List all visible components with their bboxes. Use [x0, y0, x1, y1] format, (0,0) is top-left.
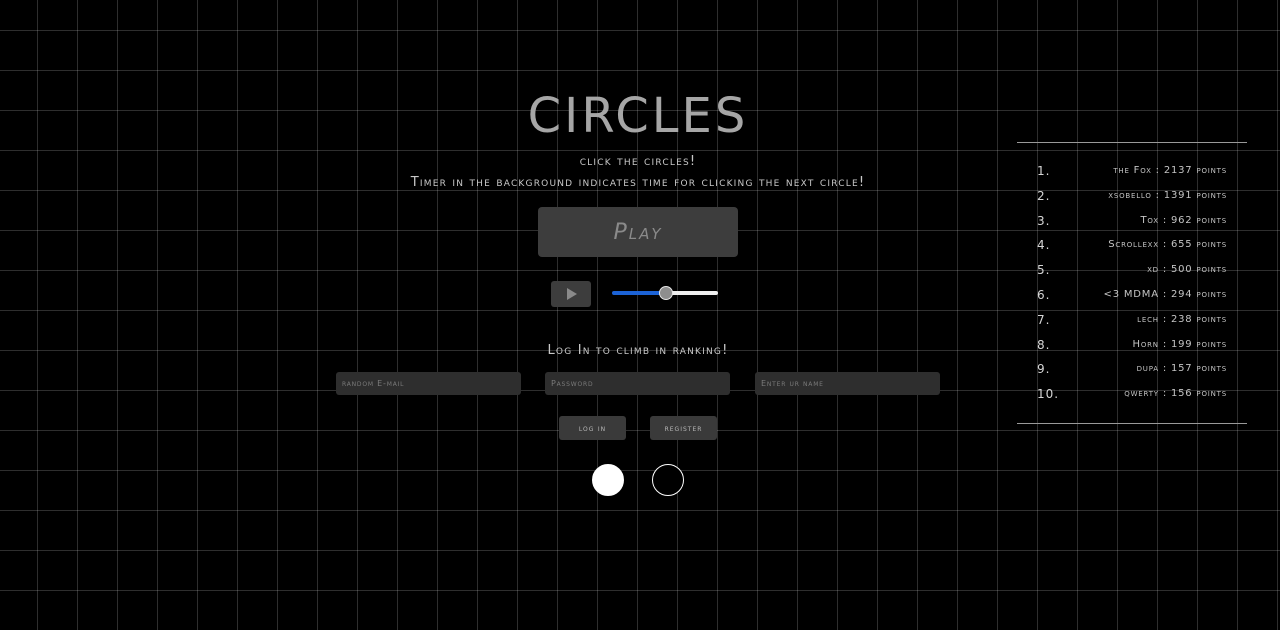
ranking-entry: Scrollexx : 655 points [1108, 239, 1227, 251]
ranking-row: 4. Scrollexx : 655 points [1017, 233, 1247, 258]
ranking-entry: Horn : 199 points [1132, 338, 1227, 350]
login-button[interactable]: log in [559, 416, 626, 440]
ranking-entry: lech : 238 points [1137, 313, 1227, 325]
game-title: CIRCLES [527, 88, 749, 144]
ranking-position: 4. [1037, 238, 1051, 253]
ranking-panel: 1. the Fox : 2137 points 2. xsobello : 1391… [1017, 142, 1247, 424]
ranking-entry: <3 MDMA : 294 points [1103, 288, 1227, 300]
ranking-row: 7. lech : 238 points [1017, 308, 1247, 333]
ranking-bottom-divider [1017, 422, 1247, 424]
ranking-row: 9. dupa : 157 points [1017, 357, 1247, 382]
ranking-entry: Tox : 962 points [1140, 214, 1227, 226]
volume-slider[interactable] [610, 285, 720, 301]
ranking-position: 9. [1037, 362, 1051, 377]
ranking-entry: dupa : 157 points [1136, 363, 1227, 375]
volume-slider-thumb[interactable] [659, 286, 673, 300]
ranking-entry: xd : 500 points [1147, 264, 1227, 276]
ranking-entry: the Fox : 2137 points [1113, 165, 1227, 176]
ranking-position: 5. [1037, 263, 1051, 278]
register-button[interactable]: register [650, 416, 717, 440]
music-toggle-button[interactable] [551, 281, 591, 307]
ranking-position: 10. [1037, 387, 1060, 402]
ranking-row: 10. qwerty : 156 points [1017, 382, 1247, 407]
ranking-position: 8. [1037, 337, 1051, 352]
ranking-position: 3. [1037, 213, 1051, 228]
ranking-position: 1. [1037, 164, 1051, 178]
ranking-row: 8. Horn : 199 points [1017, 333, 1247, 358]
ranking-position: 6. [1037, 287, 1051, 302]
ranking-row: 6. <3 MDMA : 294 points [1017, 283, 1247, 308]
name-field[interactable] [755, 372, 940, 395]
black-circle[interactable] [652, 464, 684, 496]
email-field[interactable] [336, 372, 521, 395]
game-screen: CIRCLES click the circles! Timer in the … [0, 0, 1280, 630]
ranking-entry: xsobello : 1391 points [1108, 189, 1227, 201]
ranking-row: 5. xd : 500 points [1017, 258, 1247, 283]
volume-slider-fill [612, 291, 665, 295]
play-triangle-icon [567, 288, 577, 300]
ranking-row: 3. Tox : 962 points [1017, 209, 1247, 234]
ranking-position: 7. [1037, 312, 1051, 327]
ranking-entry: qwerty : 156 points [1124, 388, 1227, 400]
white-circle[interactable] [592, 464, 624, 496]
play-button[interactable]: Play [538, 207, 738, 257]
ranking-row: 1. the Fox : 2137 points [1017, 159, 1247, 184]
ranking-position: 2. [1037, 188, 1051, 203]
ranking-list: 1. the Fox : 2137 points 2. xsobello : 1391… [1017, 143, 1247, 423]
password-field[interactable] [545, 372, 730, 395]
ranking-row: 2. xsobello : 1391 points [1017, 184, 1247, 209]
